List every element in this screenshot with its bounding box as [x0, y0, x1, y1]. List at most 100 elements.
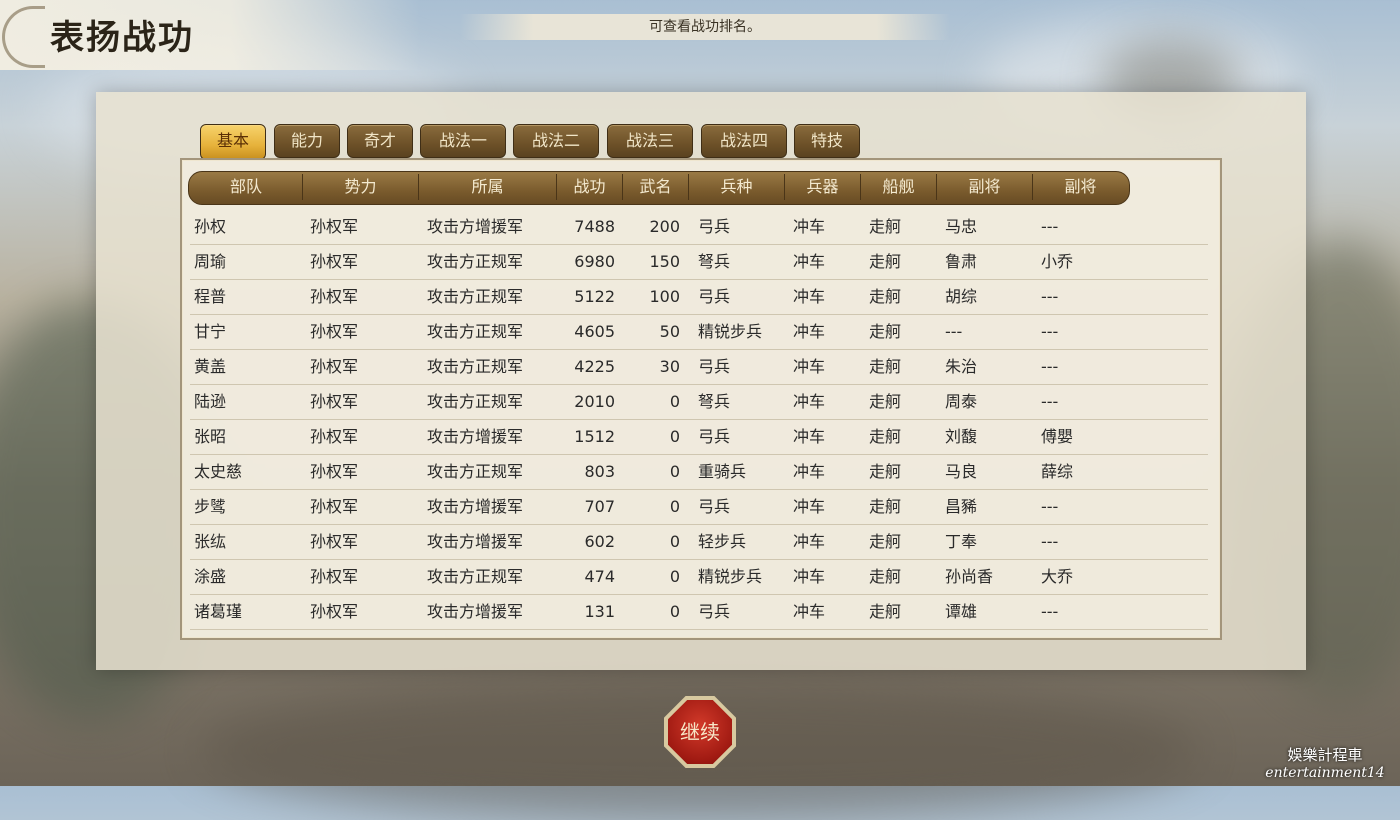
cell-faction: 孙权军: [310, 357, 359, 376]
cell-vice-general-2: ---: [1041, 217, 1059, 236]
cell-weapon: 冲车: [793, 462, 826, 481]
cell-weapon: 冲车: [793, 567, 826, 586]
cell-vice-general-1: 周泰: [945, 392, 978, 411]
table-row[interactable]: 涂盛 孙权军 攻击方正规军 474 0 精锐步兵 冲车 走舸 孙尚香 大乔: [190, 559, 1208, 595]
cell-ship: 走舸: [869, 322, 902, 341]
column-header-vice-general-1[interactable]: 副将: [937, 171, 1032, 203]
cell-weapon: 冲车: [793, 322, 826, 341]
cell-vice-general-2: 大乔: [1041, 567, 1074, 586]
cell-unit: 程普: [194, 287, 227, 306]
cell-fame: 0: [669, 532, 680, 551]
cell-faction: 孙权军: [310, 497, 359, 516]
cell-faction: 孙权军: [310, 567, 359, 586]
tab-ability[interactable]: 能力: [274, 124, 340, 158]
cell-unit: 步骘: [194, 497, 227, 516]
cell-merit: 602: [584, 532, 615, 551]
cell-troop-type: 弓兵: [698, 217, 731, 236]
cell-weapon: 冲车: [793, 252, 826, 271]
cell-vice-general-1: 鲁肃: [945, 252, 978, 271]
cell-vice-general-1: 刘馥: [945, 427, 978, 446]
cell-merit: 803: [584, 462, 615, 481]
cell-faction: 孙权军: [310, 532, 359, 551]
tab-basic[interactable]: 基本: [200, 124, 266, 160]
cell-ship: 走舸: [869, 427, 902, 446]
cell-ship: 走舸: [869, 357, 902, 376]
table-row[interactable]: 陆逊 孙权军 攻击方正规军 2010 0 弩兵 冲车 走舸 周泰 ---: [190, 384, 1208, 420]
cell-unit: 甘宁: [194, 322, 227, 341]
cell-vice-general-1: 马良: [945, 462, 978, 481]
cell-affiliation: 攻击方正规军: [427, 252, 524, 271]
cell-weapon: 冲车: [793, 287, 826, 306]
table-row[interactable]: 孙权 孙权军 攻击方增援军 7488 200 弓兵 冲车 走舸 马忠 ---: [190, 209, 1208, 245]
cell-troop-type: 弓兵: [698, 287, 731, 306]
table-row[interactable]: 张昭 孙权军 攻击方增援军 1512 0 弓兵 冲车 走舸 刘馥 傅嬰: [190, 419, 1208, 455]
cell-affiliation: 攻击方增援军: [427, 217, 524, 236]
cell-fame: 150: [649, 252, 680, 271]
table-row[interactable]: 程普 孙权军 攻击方正规军 5122 100 弓兵 冲车 走舸 胡综 ---: [190, 279, 1208, 315]
cell-troop-type: 重骑兵: [698, 462, 747, 481]
cell-unit: 周瑜: [194, 252, 227, 271]
cell-weapon: 冲车: [793, 602, 826, 621]
table-row[interactable]: 太史慈 孙权军 攻击方正规军 803 0 重骑兵 冲车 走舸 马良 薛综: [190, 454, 1208, 490]
column-header-troop-type[interactable]: 兵种: [689, 171, 784, 203]
table-row[interactable]: 周瑜 孙权军 攻击方正规军 6980 150 弩兵 冲车 走舸 鲁肃 小乔: [190, 244, 1208, 280]
cell-vice-general-1: 谭雄: [945, 602, 978, 621]
table-row[interactable]: 诸葛瑾 孙权军 攻击方增援军 131 0 弓兵 冲车 走舸 谭雄 ---: [190, 594, 1208, 630]
cell-affiliation: 攻击方正规军: [427, 287, 524, 306]
column-header-weapon[interactable]: 兵器: [785, 171, 860, 203]
cell-fame: 0: [669, 497, 680, 516]
cell-fame: 0: [669, 462, 680, 481]
hint-text: 可查看战功排名。: [460, 14, 950, 40]
cell-vice-general-2: 薛综: [1041, 462, 1074, 481]
column-header-faction[interactable]: 势力: [303, 171, 418, 203]
cell-ship: 走舸: [869, 287, 902, 306]
cell-ship: 走舸: [869, 462, 902, 481]
column-header-merit[interactable]: 战功: [557, 171, 622, 203]
tab-tactic-4[interactable]: 战法四: [701, 124, 787, 158]
watermark: 娛樂計程車 entertainment14: [1260, 744, 1390, 781]
table-row[interactable]: 张纮 孙权军 攻击方增援军 602 0 轻步兵 冲车 走舸 丁奉 ---: [190, 524, 1208, 560]
cell-merit: 707: [584, 497, 615, 516]
cell-vice-general-2: ---: [1041, 287, 1059, 306]
cell-unit: 太史慈: [194, 462, 243, 481]
cell-faction: 孙权军: [310, 392, 359, 411]
cell-merit: 4225: [574, 357, 615, 376]
cell-affiliation: 攻击方增援军: [427, 602, 524, 621]
cell-vice-general-1: 丁奉: [945, 532, 978, 551]
tab-talent[interactable]: 奇才: [347, 124, 413, 158]
cell-vice-general-1: 孙尚香: [945, 567, 994, 586]
column-header-fame[interactable]: 武名: [623, 171, 688, 203]
cell-ship: 走舸: [869, 252, 902, 271]
cell-unit: 张昭: [194, 427, 227, 446]
cell-weapon: 冲车: [793, 427, 826, 446]
cell-troop-type: 弓兵: [698, 602, 731, 621]
cell-vice-general-1: 马忠: [945, 217, 978, 236]
cell-affiliation: 攻击方正规军: [427, 392, 524, 411]
cell-faction: 孙权军: [310, 427, 359, 446]
column-header-vice-general-2[interactable]: 副将: [1033, 171, 1128, 203]
cell-merit: 7488: [574, 217, 615, 236]
column-header-unit[interactable]: 部队: [190, 171, 302, 203]
cell-troop-type: 精锐步兵: [698, 567, 763, 586]
tab-skill[interactable]: 特技: [794, 124, 860, 158]
table-row[interactable]: 黄盖 孙权军 攻击方正规军 4225 30 弓兵 冲车 走舸 朱治 ---: [190, 349, 1208, 385]
table-row[interactable]: 甘宁 孙权军 攻击方正规军 4605 50 精锐步兵 冲车 走舸 --- ---: [190, 314, 1208, 350]
tab-tactic-3[interactable]: 战法三: [607, 124, 693, 158]
cell-affiliation: 攻击方正规军: [427, 322, 524, 341]
column-header-affiliation[interactable]: 所属: [419, 171, 556, 203]
tab-tactic-1[interactable]: 战法一: [420, 124, 506, 158]
cell-unit: 孙权: [194, 217, 227, 236]
cell-vice-general-2: ---: [1041, 322, 1059, 341]
cell-vice-general-2: ---: [1041, 357, 1059, 376]
cell-affiliation: 攻击方增援军: [427, 532, 524, 551]
cell-affiliation: 攻击方增援军: [427, 497, 524, 516]
tab-tactic-2[interactable]: 战法二: [513, 124, 599, 158]
cell-merit: 4605: [574, 322, 615, 341]
cell-affiliation: 攻击方正规军: [427, 567, 524, 586]
table-row[interactable]: 步骘 孙权军 攻击方增援军 707 0 弓兵 冲车 走舸 昌豨 ---: [190, 489, 1208, 525]
cell-faction: 孙权军: [310, 252, 359, 271]
cell-weapon: 冲车: [793, 217, 826, 236]
column-header-ship[interactable]: 船舰: [861, 171, 936, 203]
cell-fame: 0: [669, 567, 680, 586]
cell-affiliation: 攻击方正规军: [427, 462, 524, 481]
